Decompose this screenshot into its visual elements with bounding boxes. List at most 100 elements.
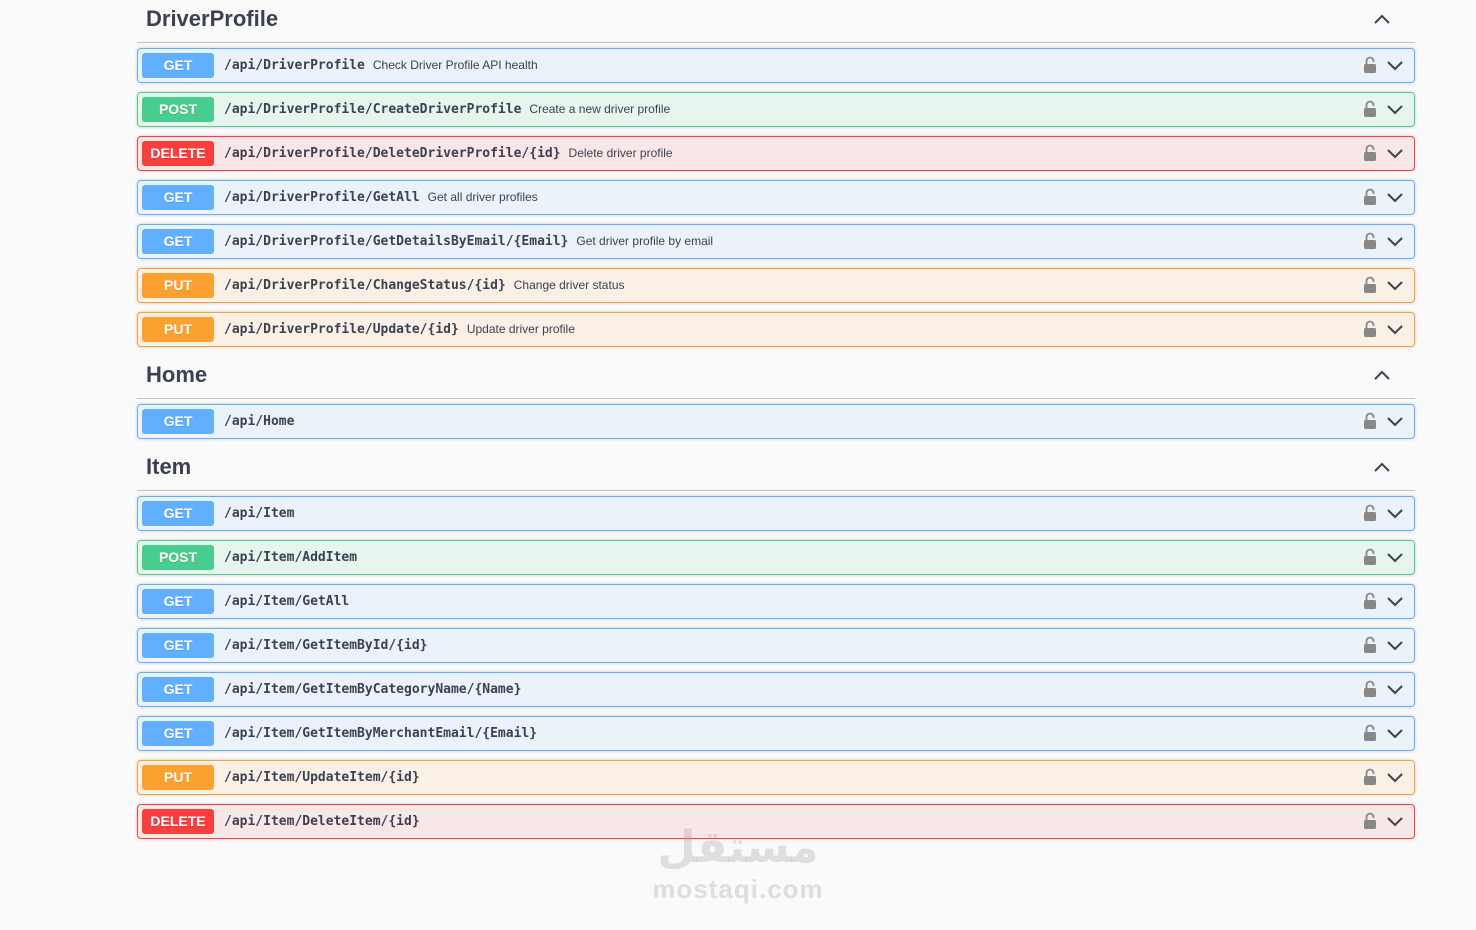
operation-path[interactable]: /api/DriverProfile/ChangeStatus/{id} Chan… [224,278,625,293]
method-badge[interactable]: PUT [142,273,214,298]
operation-path-text[interactable]: /api/Item/GetItemById/{id} [224,638,428,653]
chevron-down-icon[interactable] [1386,551,1404,563]
chevron-up-icon[interactable] [1371,10,1393,28]
operation-path[interactable]: /api/Item [224,506,294,521]
operation-path-text[interactable]: /api/DriverProfile/GetDetailsByEmail/{Em… [224,234,568,249]
operation-row[interactable]: PUT/api/Item/UpdateItem/{id} [137,760,1415,795]
operation-row[interactable]: GET/api/Home [137,404,1415,439]
operation-path-text[interactable]: /api/Item/GetItemByMerchantEmail/{Email} [224,726,537,741]
operation-path-text[interactable]: /api/DriverProfile/ChangeStatus/{id} [224,278,506,293]
method-badge[interactable]: PUT [142,765,214,790]
operation-row[interactable]: GET/api/DriverProfile/GetAll Get all driv… [137,180,1415,215]
section-header[interactable]: Home [137,356,1415,399]
operation-row[interactable]: GET/api/Item/GetItemByCategoryName/{Name… [137,672,1415,707]
operation-row[interactable]: GET/api/Item/GetItemByMerchantEmail/{Ema… [137,716,1415,751]
chevron-down-icon[interactable] [1386,147,1404,159]
method-badge[interactable]: GET [142,185,214,210]
lock-icon[interactable] [1363,100,1377,118]
operation-path[interactable]: /api/Item/GetItemByMerchantEmail/{Email} [224,726,537,741]
chevron-down-icon[interactable] [1386,59,1404,71]
operation-path[interactable]: /api/DriverProfile/DeleteDriverProfile/{… [224,146,673,161]
operation-row[interactable]: PUT/api/DriverProfile/ChangeStatus/{id} C… [137,268,1415,303]
lock-icon[interactable] [1363,636,1377,654]
chevron-up-icon[interactable] [1371,458,1393,476]
lock-icon[interactable] [1363,768,1377,786]
operation-path-text[interactable]: /api/Item/GetItemByCategoryName/{Name} [224,682,521,697]
method-badge[interactable]: PUT [142,317,214,342]
method-badge[interactable]: POST [142,545,214,570]
chevron-down-icon[interactable] [1386,595,1404,607]
operation-path[interactable]: /api/DriverProfile/GetAll Get all driver … [224,190,538,205]
lock-icon[interactable] [1363,320,1377,338]
operation-row[interactable]: GET/api/Item [137,496,1415,531]
method-badge[interactable]: GET [142,501,214,526]
chevron-down-icon[interactable] [1386,279,1404,291]
lock-icon[interactable] [1363,144,1377,162]
operation-row[interactable]: POST/api/DriverProfile/CreateDriverProfi… [137,92,1415,127]
method-badge[interactable]: DELETE [142,141,214,166]
section-title[interactable]: Item [146,454,191,480]
method-badge[interactable]: DELETE [142,809,214,834]
chevron-down-icon[interactable] [1386,103,1404,115]
section-header[interactable]: DriverProfile [137,0,1415,43]
chevron-down-icon[interactable] [1386,727,1404,739]
operation-path[interactable]: /api/Item/DeleteItem/{id} [224,814,420,829]
lock-icon[interactable] [1363,232,1377,250]
method-badge[interactable]: GET [142,53,214,78]
operation-path-text[interactable]: /api/Item [224,506,294,521]
operation-path-text[interactable]: /api/Item/AddItem [224,550,357,565]
lock-icon[interactable] [1363,276,1377,294]
operation-row[interactable]: PUT/api/DriverProfile/Update/{id} Update … [137,312,1415,347]
chevron-down-icon[interactable] [1386,683,1404,695]
chevron-up-icon[interactable] [1371,366,1393,384]
operation-path[interactable]: /api/DriverProfile/Update/{id} Update dri… [224,322,575,337]
method-badge[interactable]: GET [142,677,214,702]
chevron-down-icon[interactable] [1386,235,1404,247]
chevron-down-icon[interactable] [1386,815,1404,827]
chevron-down-icon[interactable] [1386,639,1404,651]
chevron-down-icon[interactable] [1386,507,1404,519]
operation-path-text[interactable]: /api/DriverProfile/CreateDriverProfile [224,102,521,117]
operation-row[interactable]: GET/api/DriverProfile Check Driver Profil… [137,48,1415,83]
operation-path[interactable]: /api/DriverProfile Check Driver Profile A… [224,58,538,73]
operation-path[interactable]: /api/Item/GetItemByCategoryName/{Name} [224,682,521,697]
operation-row[interactable]: DELETE/api/Item/DeleteItem/{id} [137,804,1415,839]
operation-path-text[interactable]: /api/DriverProfile/DeleteDriverProfile/{… [224,146,561,161]
chevron-down-icon[interactable] [1386,191,1404,203]
operation-path[interactable]: /api/Item/GetItemById/{id} [224,638,428,653]
operation-path[interactable]: /api/DriverProfile/GetDetailsByEmail/{Em… [224,234,713,249]
method-badge[interactable]: GET [142,633,214,658]
operation-path[interactable]: /api/Item/AddItem [224,550,357,565]
operation-path[interactable]: /api/Item/GetAll [224,594,349,609]
operation-row[interactable]: GET/api/Item/GetItemById/{id} [137,628,1415,663]
chevron-down-icon[interactable] [1386,323,1404,335]
section-header[interactable]: Item [137,448,1415,491]
lock-icon[interactable] [1363,812,1377,830]
chevron-down-icon[interactable] [1386,415,1404,427]
operation-row[interactable]: GET/api/DriverProfile/GetDetailsByEmail/… [137,224,1415,259]
lock-icon[interactable] [1363,680,1377,698]
chevron-down-icon[interactable] [1386,771,1404,783]
method-badge[interactable]: GET [142,229,214,254]
operation-path-text[interactable]: /api/DriverProfile [224,58,365,73]
lock-icon[interactable] [1363,724,1377,742]
method-badge[interactable]: POST [142,97,214,122]
operation-row[interactable]: POST/api/Item/AddItem [137,540,1415,575]
operation-path-text[interactable]: /api/Item/DeleteItem/{id} [224,814,420,829]
operation-path[interactable]: /api/Item/UpdateItem/{id} [224,770,420,785]
lock-icon[interactable] [1363,504,1377,522]
operation-path-text[interactable]: /api/DriverProfile/Update/{id} [224,322,459,337]
method-badge[interactable]: GET [142,409,214,434]
operation-path-text[interactable]: /api/Item/GetAll [224,594,349,609]
section-title[interactable]: Home [146,362,207,388]
method-badge[interactable]: GET [142,721,214,746]
lock-icon[interactable] [1363,188,1377,206]
section-title[interactable]: DriverProfile [146,6,278,32]
operation-path-text[interactable]: /api/DriverProfile/GetAll [224,190,420,205]
operation-path-text[interactable]: /api/Home [224,414,294,429]
operation-path-text[interactable]: /api/Item/UpdateItem/{id} [224,770,420,785]
operation-path[interactable]: /api/DriverProfile/CreateDriverProfile Cr… [224,102,670,117]
operation-path[interactable]: /api/Home [224,414,294,429]
lock-icon[interactable] [1363,56,1377,74]
operation-row[interactable]: GET/api/Item/GetAll [137,584,1415,619]
